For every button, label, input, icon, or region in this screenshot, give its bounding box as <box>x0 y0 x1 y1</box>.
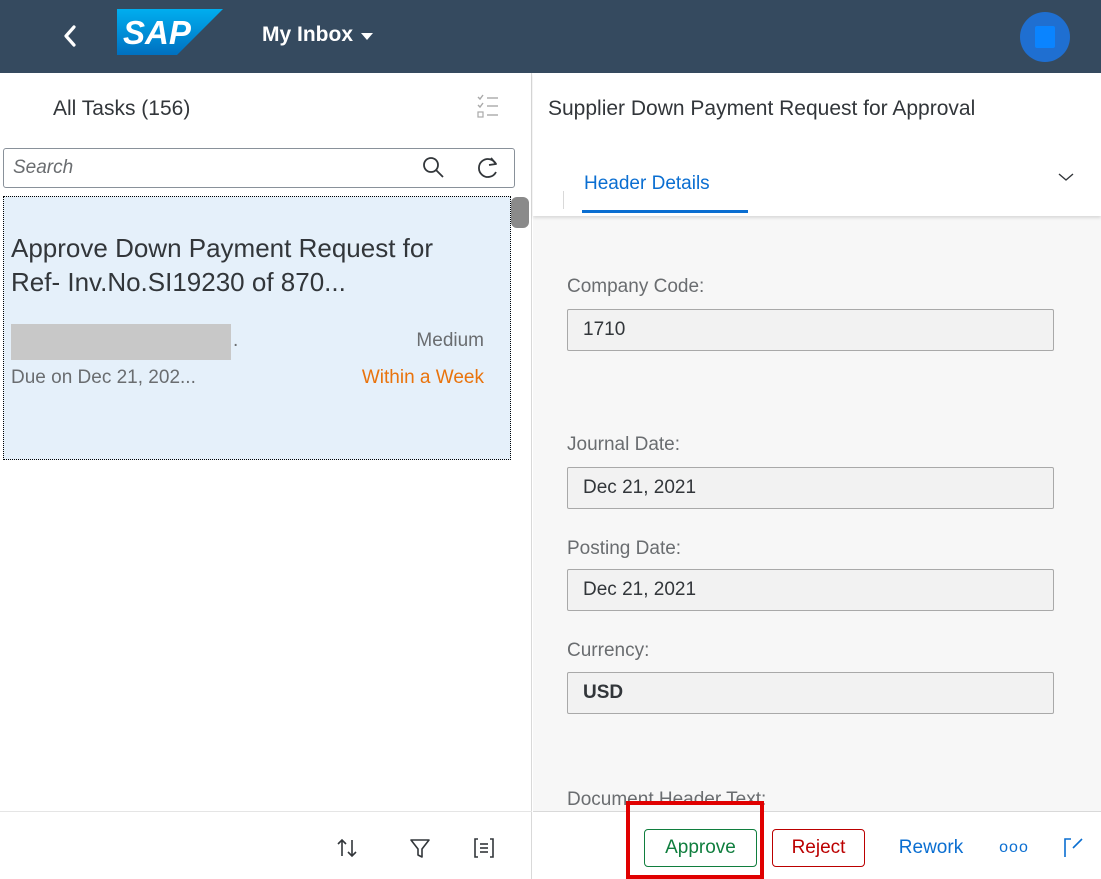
journal-date-label: Journal Date: <box>567 434 681 455</box>
multi-select-icon[interactable] <box>476 94 500 120</box>
due-date: Due on Dec 21, 202... <box>11 367 196 388</box>
app-title: My Inbox <box>262 23 354 46</box>
currency-label: Currency: <box>567 640 650 661</box>
task-list-footer <box>0 811 532 879</box>
status-label: Within a Week <box>361 367 484 388</box>
task-due-row: Due on Dec 21, 202... Within a Week <box>11 367 484 393</box>
shell-bar: SAP My Inbox <box>0 0 1101 73</box>
rework-button[interactable]: Rework <box>883 829 979 867</box>
chevron-down-icon[interactable] <box>1055 169 1077 185</box>
sort-icon[interactable] <box>335 836 359 860</box>
document-header-text-label: Document Header Text: <box>567 789 767 810</box>
user-avatar[interactable] <box>1020 12 1070 62</box>
tab-header-details[interactable]: Header Details <box>584 143 710 216</box>
task-title: Approve Down Payment Request for Ref- In… <box>11 233 433 297</box>
action-footer: Approve Reject Rework ooo <box>533 811 1101 879</box>
detail-title: Supplier Down Payment Request for Approv… <box>548 97 976 120</box>
caret-down-icon <box>361 32 374 40</box>
more-actions-button[interactable]: ooo <box>994 829 1034 867</box>
task-list-title: All Tasks (156) <box>53 97 191 120</box>
company-code-field[interactable]: 1710 <box>567 309 1054 351</box>
task-list-pane: All Tasks (156) Approve Down Payment Req… <box>0 73 532 879</box>
company-code-label: Company Code: <box>567 276 705 297</box>
tab-selected-indicator <box>582 210 748 213</box>
search-field <box>3 148 515 188</box>
detail-header: Supplier Down Payment Request for Approv… <box>533 73 1101 216</box>
tab-divider <box>563 191 564 209</box>
back-button[interactable] <box>56 18 84 54</box>
creator-suffix: . <box>233 330 239 351</box>
list-item[interactable]: Approve Down Payment Request for Ref- In… <box>3 196 511 460</box>
chevron-left-icon <box>64 25 76 47</box>
journal-date-field[interactable]: Dec 21, 2021 <box>567 467 1054 509</box>
posting-date-label: Posting Date: <box>567 538 682 559</box>
approve-button[interactable]: Approve <box>644 829 757 867</box>
priority-label: Medium <box>416 330 484 351</box>
task-detail-pane: Supplier Down Payment Request for Approv… <box>533 73 1101 879</box>
group-icon[interactable] <box>472 836 496 860</box>
open-task-button[interactable] <box>1051 829 1101 867</box>
search-icon[interactable] <box>420 154 448 182</box>
task-info-row: . Medium <box>11 322 484 360</box>
redacted-creator <box>11 324 231 360</box>
refresh-icon[interactable] <box>474 154 502 182</box>
search-input[interactable] <box>5 150 405 186</box>
sap-logo-text: SAP <box>123 14 192 51</box>
sap-logo: SAP <box>117 9 223 55</box>
app-title-menu[interactable]: My Inbox <box>262 20 374 50</box>
avatar-image <box>1035 26 1055 48</box>
reject-button[interactable]: Reject <box>772 829 865 867</box>
filter-icon[interactable] <box>408 836 432 860</box>
open-in-new-icon <box>1064 838 1083 857</box>
posting-date-field[interactable]: Dec 21, 2021 <box>567 569 1054 611</box>
currency-field[interactable]: USD <box>567 672 1054 714</box>
task-list-header: All Tasks (156) <box>0 73 532 141</box>
scrollbar-thumb[interactable] <box>511 197 529 228</box>
